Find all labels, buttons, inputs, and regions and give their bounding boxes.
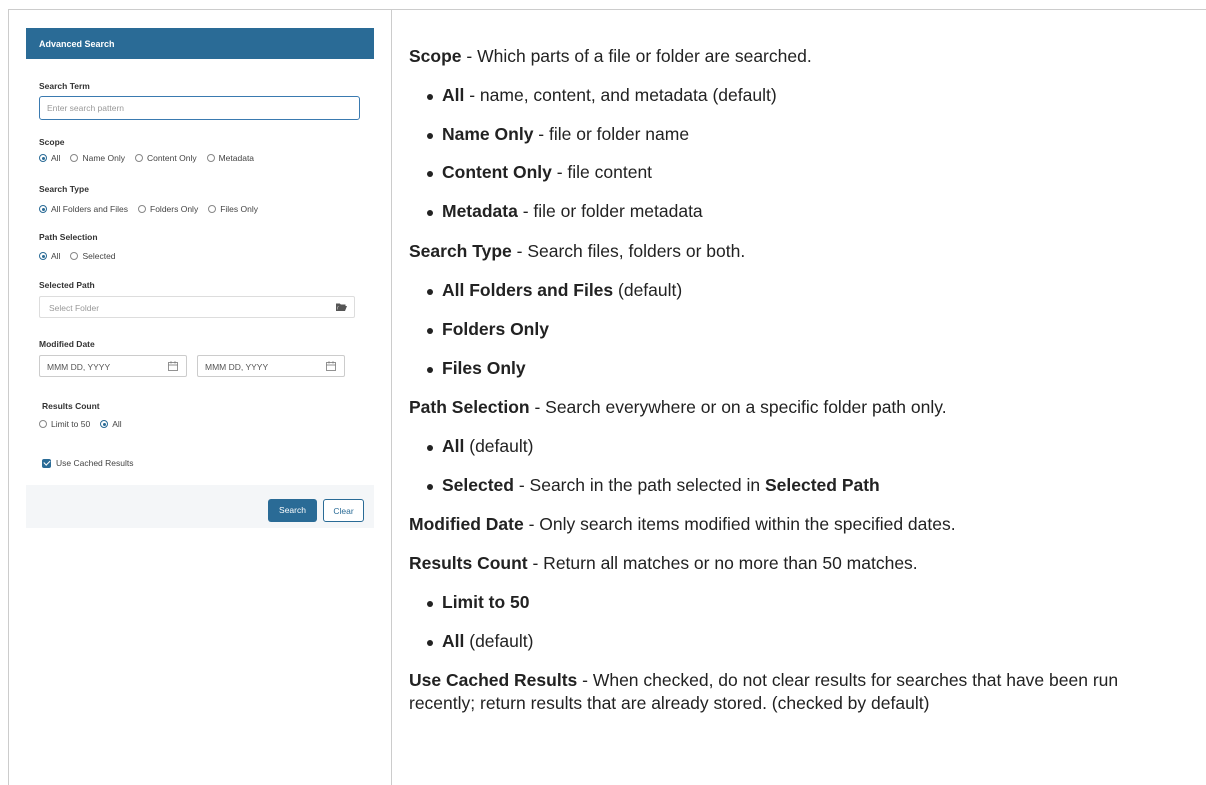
doc-scope-item: All - name, content, and metadata (defau… xyxy=(427,85,777,105)
scope-radio-group: All Name Only Content Only Metadata xyxy=(39,152,264,164)
use-cached-results-label: Use Cached Results xyxy=(56,458,134,468)
advanced-search-panel: Advanced Search Search Term Enter search… xyxy=(26,28,374,528)
scope-option-content-only[interactable]: Content Only xyxy=(134,153,197,163)
path-option-all[interactable]: All xyxy=(39,251,60,261)
doc-scope-item: Content Only - file content xyxy=(426,162,653,182)
folder-open-icon[interactable] xyxy=(336,303,347,311)
path-selection-label: Path Selection xyxy=(39,232,98,242)
path-selection-radio-group: All Selected xyxy=(39,250,126,262)
results-option-all[interactable]: All xyxy=(100,419,122,429)
radio-selected-icon xyxy=(39,154,47,162)
radio-icon xyxy=(138,205,147,213)
modified-date-label: Modified Date xyxy=(39,339,95,349)
radio-icon xyxy=(208,205,217,213)
checkbox-checked-icon xyxy=(42,458,51,468)
radio-selected-icon xyxy=(39,205,47,213)
doc-path-item: All (default) xyxy=(426,436,534,456)
frame-divider xyxy=(391,9,392,785)
panel-footer xyxy=(26,485,374,528)
search-type-option-folders-only[interactable]: Folders Only xyxy=(138,204,198,214)
scope-label: Scope xyxy=(39,137,65,147)
panel-title: Advanced Search xyxy=(26,28,374,59)
scope-option-all[interactable]: All xyxy=(39,153,60,163)
doc-search-type: Search Type - Search files, folders or b… xyxy=(409,241,746,261)
date-from-placeholder: MMM DD, YYYY xyxy=(47,362,111,372)
date-to-placeholder: MMM DD, YYYY xyxy=(205,362,269,372)
doc-modified-date: Modified Date - Only search items modifi… xyxy=(409,514,956,534)
radio-icon xyxy=(206,154,215,162)
calendar-icon[interactable] xyxy=(326,361,336,371)
results-count-label: Results Count xyxy=(42,401,100,411)
doc-scope-item: Name Only - file or folder name xyxy=(426,124,690,144)
modified-date-to[interactable]: MMM DD, YYYY xyxy=(197,355,345,377)
path-option-selected[interactable]: Selected xyxy=(70,251,116,261)
frame-top-border xyxy=(8,9,1206,10)
doc-scope: Scope - Which parts of a file or folder … xyxy=(409,46,812,66)
doc-path-selection: Path Selection - Search everywhere or on… xyxy=(409,397,947,417)
search-button[interactable]: Search xyxy=(268,499,317,522)
results-count-radio-group: Limit to 50 All xyxy=(39,418,132,430)
radio-selected-icon xyxy=(39,252,47,260)
selected-path-placeholder: Select Folder xyxy=(49,303,100,313)
search-term-input[interactable]: Enter search pattern xyxy=(39,96,360,120)
clear-button[interactable]: Clear xyxy=(323,499,364,522)
search-term-label: Search Term xyxy=(39,81,90,91)
results-option-limit-50[interactable]: Limit to 50 xyxy=(39,419,90,429)
search-type-label: Search Type xyxy=(39,184,89,194)
doc-results-count: Results Count - Return all matches or no… xyxy=(409,553,918,573)
frame-left-border xyxy=(8,9,9,785)
doc-results-item: Limit to 50 xyxy=(427,592,530,612)
calendar-icon[interactable] xyxy=(168,361,178,371)
selected-path-input[interactable]: Select Folder xyxy=(39,296,355,318)
radio-selected-icon xyxy=(100,420,109,428)
doc-search-type-item: Folders Only xyxy=(427,319,549,339)
selected-path-label: Selected Path xyxy=(39,280,95,290)
search-type-option-all[interactable]: All Folders and Files xyxy=(39,204,128,214)
use-cached-results-checkbox[interactable]: Use Cached Results xyxy=(42,457,133,469)
radio-icon xyxy=(39,420,47,428)
scope-option-name-only[interactable]: Name Only xyxy=(70,153,125,163)
doc-use-cached: Use Cached Results - When checked, do no… xyxy=(409,670,1119,713)
modified-date-from[interactable]: MMM DD, YYYY xyxy=(39,355,187,377)
doc-search-type-item: All Folders and Files (default) xyxy=(426,280,683,300)
doc-results-item: All (default) xyxy=(426,631,534,651)
radio-icon xyxy=(70,252,79,260)
scope-option-metadata[interactable]: Metadata xyxy=(206,153,254,163)
radio-icon xyxy=(70,154,79,162)
search-type-option-files-only[interactable]: Files Only xyxy=(208,204,258,214)
search-type-radio-group: All Folders and Files Folders Only Files… xyxy=(39,203,268,215)
doc-path-item: Selected - Search in the path selected i… xyxy=(427,475,880,495)
doc-scope-item: Metadata - file or folder metadata xyxy=(427,201,703,221)
radio-icon xyxy=(134,154,143,162)
doc-search-type-item: Files Only xyxy=(427,358,526,378)
search-term-placeholder: Enter search pattern xyxy=(47,103,125,113)
